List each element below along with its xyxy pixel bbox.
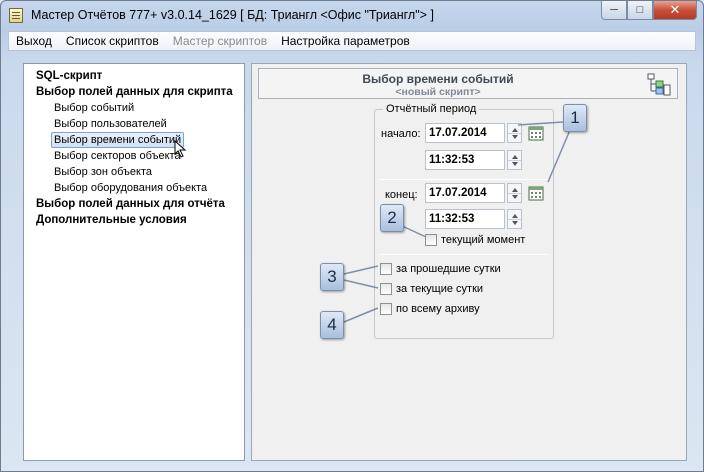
mouse-cursor-icon [174, 140, 187, 158]
current-day-checkbox[interactable]: за текущие сутки [380, 283, 483, 295]
client-area: SQL-скрипт Выбор полей данных для скрипт… [8, 53, 696, 463]
end-time-spinner[interactable] [507, 209, 522, 229]
panel-subtitle: <новый скрипт> [395, 86, 481, 98]
end-date-spinner[interactable] [507, 183, 522, 203]
tree-item-event-time[interactable]: Выбор времени событий [51, 132, 185, 148]
script-tree-icon[interactable] [647, 73, 671, 96]
current-moment-box[interactable] [425, 234, 437, 246]
whole-archive-checkbox[interactable]: по всему архиву [380, 303, 480, 315]
callout-1: 1 [563, 104, 587, 132]
tree-item-users[interactable]: Выбор пользователей [54, 117, 167, 131]
close-button[interactable]: ✕ [653, 1, 697, 20]
tree-item-report-fields[interactable]: Выбор полей данных для отчёта [36, 197, 225, 211]
callout-2: 2 [380, 204, 404, 232]
tree-item-equipment[interactable]: Выбор оборудования объекта [54, 181, 207, 195]
start-calendar-icon[interactable] [528, 125, 544, 141]
panel-title: Выбор времени событий [362, 72, 514, 86]
menu-settings[interactable]: Настройка параметров [274, 34, 417, 48]
callout-3: 3 [320, 263, 344, 291]
start-date-field[interactable]: 17.07.2014 [425, 123, 505, 143]
current-moment-label: текущий момент [441, 234, 526, 246]
whole-archive-label: по всему архиву [396, 303, 480, 315]
quick-separator [379, 254, 549, 255]
current-day-box[interactable] [380, 283, 392, 295]
tree-item-events[interactable]: Выбор событий [54, 101, 134, 115]
report-period-legend: Отчётный период [383, 103, 480, 115]
menu-exit[interactable]: Выход [9, 34, 59, 48]
window-title: Мастер Отчётов 777+ v3.0.14_1629 [ БД: Т… [31, 8, 434, 22]
end-time-field[interactable]: 11:32:53 [425, 209, 505, 229]
tree-item-zones[interactable]: Выбор зон объекта [54, 165, 152, 179]
tree-item-sql-script[interactable]: SQL-скрипт [36, 69, 102, 83]
end-label: конец: [385, 189, 418, 201]
end-calendar-icon[interactable] [528, 185, 544, 201]
minimize-button[interactable]: ─ [601, 1, 627, 20]
menu-script-wizard: Мастер скриптов [172, 34, 268, 48]
callout-4: 4 [320, 311, 344, 339]
end-date-field[interactable]: 17.07.2014 [425, 183, 505, 203]
past-day-checkbox[interactable]: за прошедшие сутки [380, 263, 501, 275]
start-time-spinner[interactable] [507, 150, 522, 170]
main-window: Мастер Отчётов 777+ v3.0.14_1629 [ БД: Т… [0, 0, 704, 472]
current-moment-checkbox[interactable]: текущий момент [425, 234, 525, 246]
app-report-icon [9, 8, 23, 23]
panel-header: Выбор времени событий <новый скрипт> [258, 68, 678, 99]
tree-item-script-fields[interactable]: Выбор полей данных для скрипта [36, 85, 233, 99]
past-day-box[interactable] [380, 263, 392, 275]
menu-bar: Выход Список скриптов Мастер скриптов На… [8, 31, 696, 51]
maximize-button[interactable]: □ [627, 1, 653, 20]
title-bar[interactable]: Мастер Отчётов 777+ v3.0.14_1629 [ БД: Т… [1, 1, 703, 29]
current-day-label: за текущие сутки [396, 283, 484, 295]
past-day-label: за прошедшие сутки [396, 263, 501, 275]
menu-script-list[interactable]: Список скриптов [59, 34, 166, 48]
start-time-field[interactable]: 11:32:53 [425, 150, 505, 170]
whole-archive-box[interactable] [380, 303, 392, 315]
tree-item-extra-conditions[interactable]: Дополнительные условия [36, 213, 187, 227]
start-date-spinner[interactable] [507, 123, 522, 143]
tree-item-sectors[interactable]: Выбор секторов объекта [54, 149, 181, 163]
period-separator [379, 179, 549, 180]
start-label: начало: [381, 128, 421, 140]
navigation-tree: SQL-скрипт Выбор полей данных для скрипт… [23, 63, 245, 461]
time-selection-panel: Выбор времени событий <новый скрипт> Отч… [251, 63, 687, 461]
